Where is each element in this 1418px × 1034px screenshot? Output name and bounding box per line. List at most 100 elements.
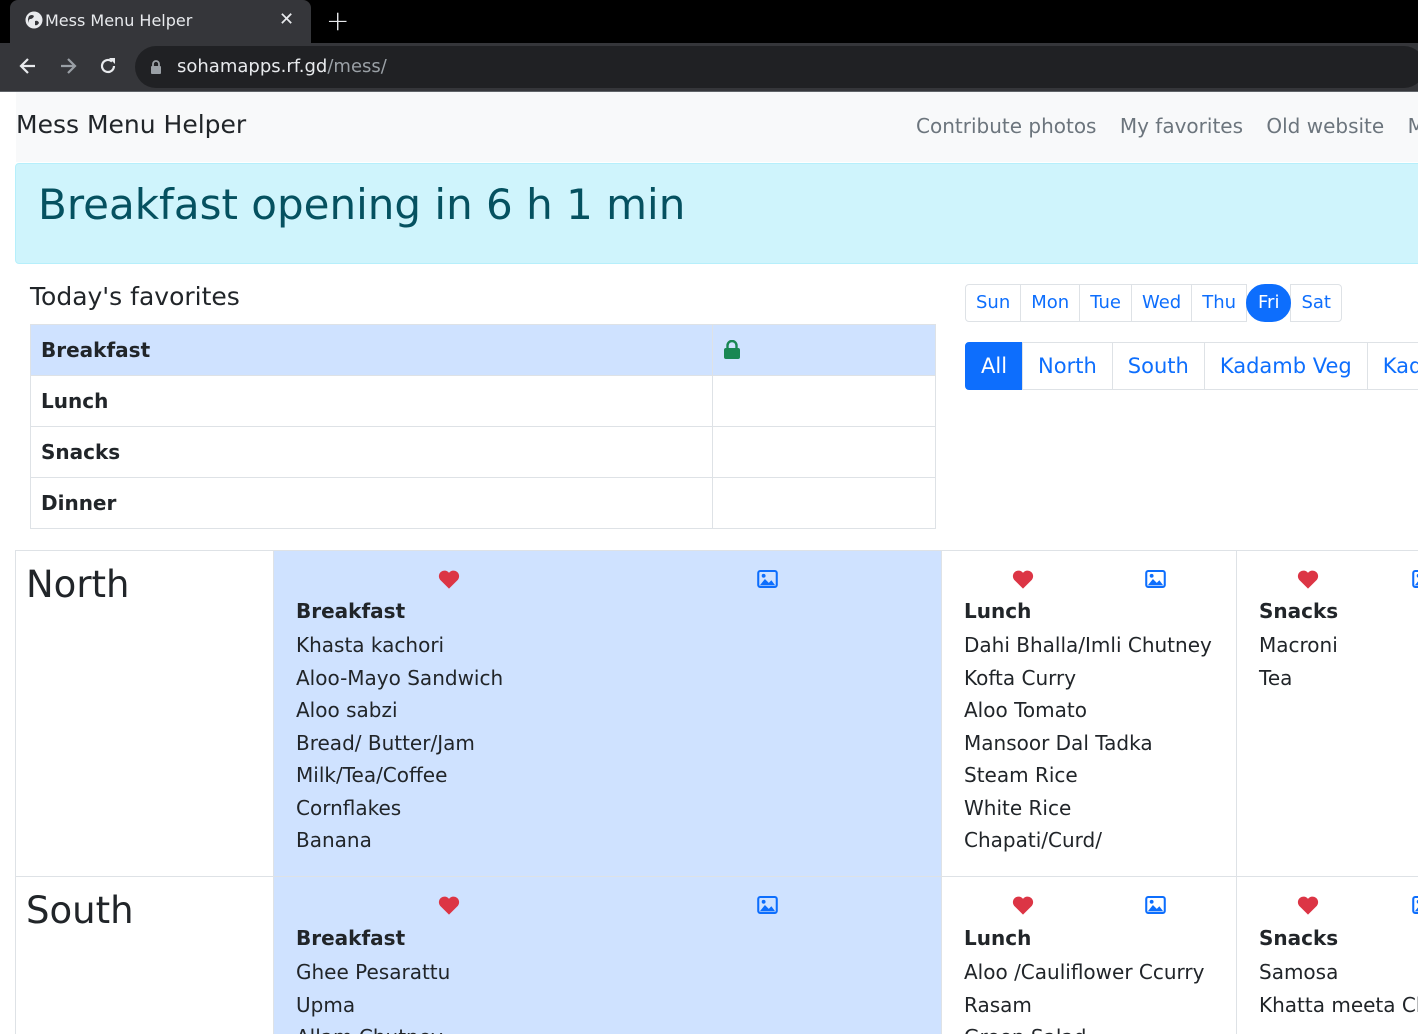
menu-item: Aloo-Mayo Sandwich bbox=[296, 665, 504, 690]
favorites-value bbox=[712, 375, 936, 427]
menu-item: Aloo sabzi bbox=[296, 698, 398, 722]
favorites-value bbox=[712, 426, 936, 478]
back-icon[interactable] bbox=[18, 56, 38, 76]
menu-item: Allam Chutney bbox=[296, 1021, 450, 1034]
day-fri[interactable]: Fri bbox=[1246, 284, 1292, 322]
mess-name: North bbox=[26, 563, 130, 606]
day-sat[interactable]: Sat bbox=[1290, 284, 1342, 322]
image-icon[interactable] bbox=[1145, 896, 1166, 914]
mess-south[interactable]: South bbox=[1111, 342, 1205, 390]
mess-kadamb[interactable]: Kadam bbox=[1366, 342, 1418, 390]
snacks-cell: Snacks Macroni Tea bbox=[1236, 551, 1418, 876]
snacks-cell: Snacks Samosa Khatta meeta Chutney bbox=[1236, 877, 1418, 1034]
meal-title: Snacks bbox=[1259, 926, 1339, 950]
menu-row-south: South Breakfast Ghee Pesarattu Upma Alla… bbox=[15, 876, 1418, 1034]
menu-items: Dahi Bhalla/Imli Chutney Kofta Curry Alo… bbox=[964, 629, 1212, 857]
opening-alert: Breakfast opening in 6 h 1 min bbox=[15, 163, 1418, 264]
menu-item: Rasam bbox=[964, 992, 1032, 1017]
favorites-row-snacks: Snacks bbox=[30, 426, 936, 478]
menu-items: Ghee Pesarattu Upma Allam Chutney bbox=[296, 956, 450, 1034]
image-icon[interactable] bbox=[1145, 570, 1166, 588]
nav-link-mess[interactable]: Mess bbox=[1408, 114, 1418, 138]
day-wed[interactable]: Wed bbox=[1130, 284, 1193, 322]
alert-text: Breakfast opening in 6 h 1 min bbox=[38, 180, 686, 229]
menu-item: Khasta kachori bbox=[296, 633, 445, 657]
meal-title: Breakfast bbox=[296, 599, 406, 623]
favorites-table: Breakfast Lunch Snacks Dinner bbox=[30, 324, 936, 529]
menu-item: Aloo Tomato bbox=[964, 698, 1087, 722]
mess-north[interactable]: North bbox=[1022, 342, 1113, 390]
menu-item: Bread/ Butter/Jam bbox=[296, 730, 475, 755]
menu-item: Aloo /Cauliflower Ccurry bbox=[964, 960, 1205, 984]
day-sun[interactable]: Sun bbox=[965, 284, 1022, 322]
globe-icon bbox=[25, 11, 43, 29]
close-tab-icon[interactable]: ✕ bbox=[279, 9, 294, 31]
menu-item: Ghee Pesarattu bbox=[296, 960, 451, 984]
page-viewport: Mess Menu Helper Contribute photos My fa… bbox=[0, 92, 1418, 1034]
menu-items: Khasta kachori Aloo-Mayo Sandwich Aloo s… bbox=[296, 629, 503, 857]
heart-icon[interactable] bbox=[438, 569, 460, 589]
menu-item: Khatta meeta Chutney bbox=[1259, 992, 1418, 1017]
brand-title[interactable]: Mess Menu Helper bbox=[16, 110, 246, 139]
menu-item: Upma bbox=[296, 992, 356, 1017]
favorites-value bbox=[712, 324, 936, 376]
favorites-row-breakfast: Breakfast bbox=[30, 324, 936, 376]
menu-item: Macroni bbox=[1259, 633, 1338, 657]
heart-icon[interactable] bbox=[1297, 569, 1319, 589]
breakfast-cell: Breakfast Ghee Pesarattu Upma Allam Chut… bbox=[273, 877, 942, 1034]
menu-item: Dahi Bhalla/Imli Chutney bbox=[964, 633, 1212, 657]
breakfast-cell: Breakfast Khasta kachori Aloo-Mayo Sandw… bbox=[273, 551, 942, 876]
meal-title: Snacks bbox=[1259, 599, 1339, 623]
forward-icon[interactable] bbox=[58, 56, 78, 76]
nav-link-contribute-photos[interactable]: Contribute photos bbox=[916, 114, 1096, 138]
image-icon[interactable] bbox=[1412, 570, 1418, 588]
menu-items: Samosa Khatta meeta Chutney bbox=[1259, 956, 1418, 1021]
heart-icon[interactable] bbox=[1012, 569, 1034, 589]
menu-items: Macroni Tea bbox=[1259, 629, 1338, 694]
menu-item: Samosa bbox=[1259, 960, 1339, 984]
tab-title: Mess Menu Helper bbox=[45, 11, 193, 30]
nav-link-my-favorites[interactable]: My favorites bbox=[1120, 114, 1243, 138]
heart-icon[interactable] bbox=[438, 895, 460, 915]
menu-item: Banana bbox=[296, 828, 372, 852]
favorites-meal: Lunch bbox=[30, 375, 713, 427]
favorites-meal: Breakfast bbox=[30, 324, 713, 376]
url-domain: sohamapps.rf.gd bbox=[177, 56, 328, 77]
menu-item: Chapati/Curd/ bbox=[964, 828, 1102, 852]
mess-kadamb-veg[interactable]: Kadamb Veg bbox=[1203, 342, 1368, 390]
meal-title: Breakfast bbox=[296, 926, 406, 950]
menu-item: Mansoor Dal Tadka bbox=[964, 730, 1153, 755]
lock-icon bbox=[724, 340, 740, 359]
menu-item: White Rice bbox=[964, 795, 1072, 820]
menu-row-north: North Breakfast Khasta kachori Aloo-Mayo… bbox=[15, 550, 1418, 876]
nav-link-old-website[interactable]: Old website bbox=[1266, 114, 1384, 138]
menu-item: Green Salad bbox=[964, 1021, 1204, 1034]
favorites-value bbox=[712, 477, 936, 529]
lunch-cell: Lunch Aloo /Cauliflower Ccurry Rasam Gre… bbox=[941, 877, 1237, 1034]
day-mon[interactable]: Mon bbox=[1020, 284, 1081, 322]
day-thu[interactable]: Thu bbox=[1191, 284, 1248, 322]
day-selector: Sun Mon Tue Wed Thu Fri Sat bbox=[965, 284, 1342, 322]
meal-title: Lunch bbox=[964, 599, 1032, 623]
menu-item: Steam Rice bbox=[964, 763, 1078, 787]
menu-items: Aloo /Cauliflower Ccurry Rasam Green Sal… bbox=[964, 956, 1204, 1034]
heart-icon[interactable] bbox=[1297, 895, 1319, 915]
meal-title: Lunch bbox=[964, 926, 1032, 950]
menu-item: Milk/Tea/Coffee bbox=[296, 763, 448, 787]
image-icon[interactable] bbox=[757, 896, 778, 914]
reload-icon[interactable] bbox=[98, 56, 118, 76]
favorites-meal: Snacks bbox=[30, 426, 713, 478]
mess-name: South bbox=[26, 889, 134, 932]
menu-item: Kofta Curry bbox=[964, 665, 1077, 690]
favorites-meal: Dinner bbox=[30, 477, 713, 529]
heart-icon[interactable] bbox=[1012, 895, 1034, 915]
day-tue[interactable]: Tue bbox=[1079, 284, 1132, 322]
mess-all[interactable]: All bbox=[965, 342, 1024, 390]
grid-left-border bbox=[15, 550, 16, 1034]
mess-selector: All North South Kadamb Veg Kadam bbox=[965, 342, 1418, 390]
url-text: sohamapps.rf.gd/mess/ bbox=[177, 56, 387, 77]
new-tab-button[interactable]: + bbox=[326, 4, 349, 38]
image-icon[interactable] bbox=[757, 570, 778, 588]
image-icon[interactable] bbox=[1412, 896, 1418, 914]
lock-icon[interactable] bbox=[150, 59, 162, 75]
